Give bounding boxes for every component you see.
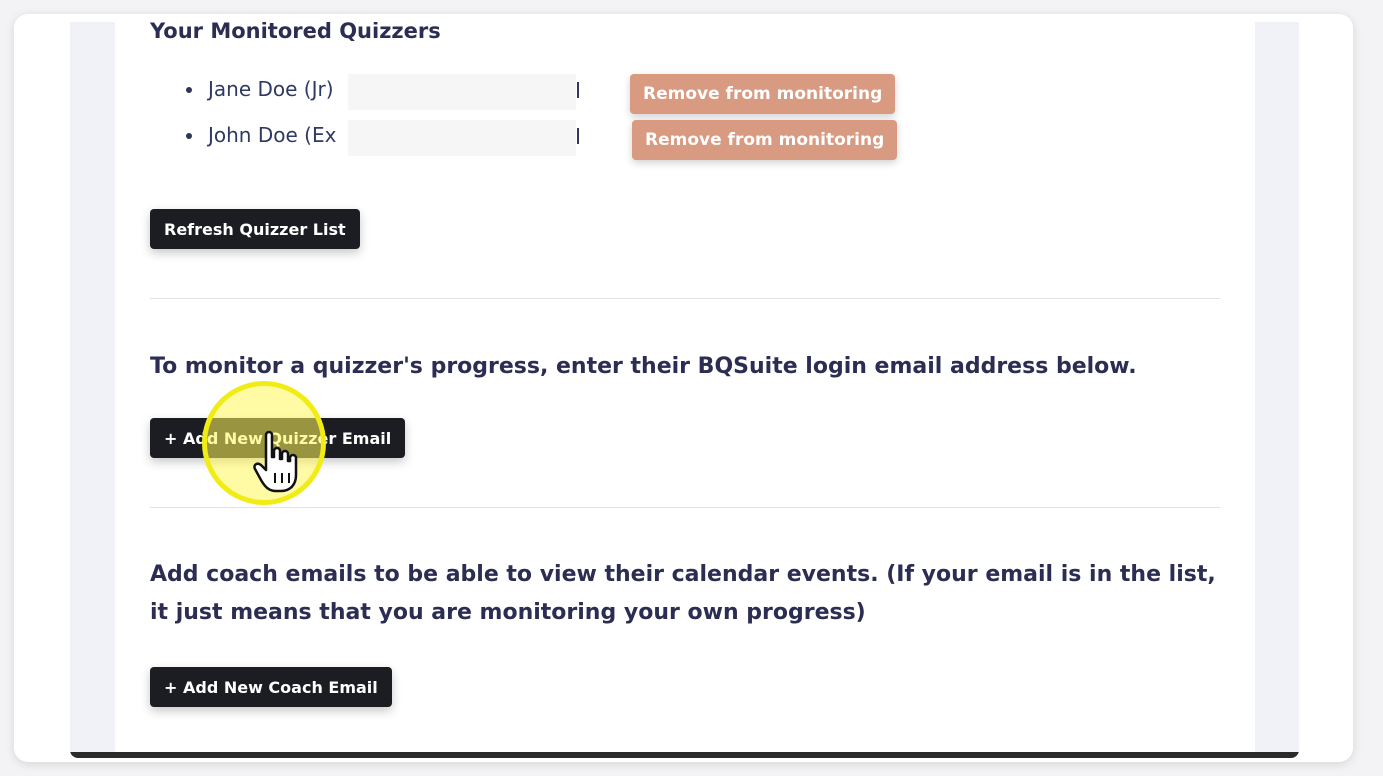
monitored-quizzer-list: Jane Doe (Jr) Remove from monitoring Joh… [150, 74, 898, 166]
add-coach-instruction: Add coach emails to be able to view thei… [150, 562, 1216, 625]
redacted-email [348, 120, 576, 156]
remove-from-monitoring-button[interactable]: Remove from monitoring [632, 120, 898, 160]
add-new-quizzer-email-button[interactable]: + Add New Quizzer Email [150, 418, 406, 458]
divider [150, 298, 1220, 299]
refresh-quizzer-list-button[interactable]: Refresh Quizzer List [150, 209, 360, 249]
quizzer-name: Jane Doe (Jr) [208, 77, 334, 101]
add-quizzer-instruction: To monitor a quizzer's progress, enter t… [150, 354, 1137, 379]
bullet [186, 87, 192, 93]
screenshot-frame: Your Monitored Quizzers Jane Doe (Jr) Re… [14, 14, 1353, 762]
redacted-email [348, 74, 576, 110]
remove-from-monitoring-button[interactable]: Remove from monitoring [630, 74, 896, 114]
add-new-coach-email-button[interactable]: + Add New Coach Email [150, 667, 392, 707]
browser-window: Your Monitored Quizzers Jane Doe (Jr) Re… [70, 22, 1299, 758]
text-fragment [577, 128, 579, 144]
bullet [186, 133, 192, 139]
window-edge [70, 752, 1299, 758]
divider [150, 507, 1220, 508]
list-item: Jane Doe (Jr) Remove from monitoring [150, 74, 896, 120]
settings-card: Your Monitored Quizzers Jane Doe (Jr) Re… [115, 22, 1255, 758]
text-fragment [577, 82, 579, 98]
quizzer-name: John Doe (Ex [208, 123, 337, 147]
list-item: John Doe (Ex Remove from monitoring [150, 120, 898, 166]
monitored-quizzers-heading: Your Monitored Quizzers [150, 22, 441, 43]
